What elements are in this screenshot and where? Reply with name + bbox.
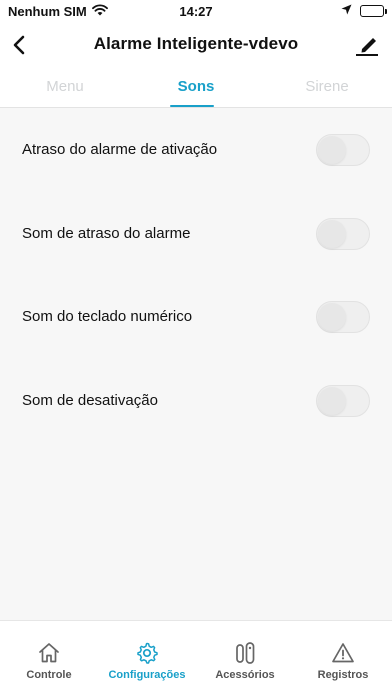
active-tab-indicator <box>170 105 214 107</box>
status-time: 14:27 <box>179 4 213 19</box>
tab-bar: Menu Sons Sirene <box>0 68 392 108</box>
tab-sons[interactable]: Sons <box>131 78 261 95</box>
location-arrow-icon <box>341 3 352 18</box>
setting-row-activation-delay: Atraso do alarme de ativação <box>0 122 392 178</box>
nav-item-configuracoes[interactable]: Configurações <box>98 621 196 696</box>
keypad-sound-toggle[interactable] <box>316 301 370 333</box>
nav-label: Controle <box>26 669 72 681</box>
setting-row-keypad-sound: Som do teclado numérico <box>0 289 392 345</box>
nav-item-acessorios[interactable]: Acessórios <box>196 621 294 696</box>
setting-row-deactivation-sound: Som de desativação <box>0 373 392 429</box>
pencil-icon <box>356 38 378 56</box>
setting-label: Som de desativação <box>22 392 158 409</box>
toggle-knob <box>318 220 346 248</box>
bottom-nav: Controle Configurações Acessórios Regist… <box>0 620 392 696</box>
page-title: Alarme Inteligente-vdevo <box>93 34 299 53</box>
status-right <box>341 3 387 18</box>
alarm-delay-sound-toggle[interactable] <box>316 218 370 250</box>
edit-button[interactable] <box>354 32 380 58</box>
gear-icon <box>137 642 158 664</box>
nav-label: Configurações <box>108 669 186 681</box>
toggle-knob <box>318 303 346 331</box>
nav-label: Acessórios <box>215 669 275 681</box>
nav-item-registros[interactable]: Registros <box>294 621 392 696</box>
app-header: Alarme Inteligente-vdevo <box>0 22 392 68</box>
toggle-knob <box>318 387 346 415</box>
tab-menu[interactable]: Menu <box>0 78 130 95</box>
setting-label: Som do teclado numérico <box>22 308 193 325</box>
deactivation-sound-toggle[interactable] <box>316 385 370 417</box>
activation-delay-toggle[interactable] <box>316 134 370 166</box>
nav-item-controle[interactable]: Controle <box>0 621 98 696</box>
setting-label: Atraso do alarme de ativação <box>22 141 218 158</box>
tab-sirene[interactable]: Sirene <box>262 78 392 95</box>
setting-label: Som de atraso do alarme <box>22 225 191 242</box>
battery-icon <box>360 4 387 17</box>
nav-label: Registros <box>317 669 369 681</box>
toggle-knob <box>318 136 346 164</box>
status-bar: Nenhum SIM 14:27 <box>0 0 392 22</box>
sensor-icon <box>236 642 255 664</box>
warning-icon <box>332 643 354 663</box>
setting-row-alarm-delay-sound: Som de atraso do alarme <box>0 206 392 262</box>
home-icon <box>39 643 59 663</box>
